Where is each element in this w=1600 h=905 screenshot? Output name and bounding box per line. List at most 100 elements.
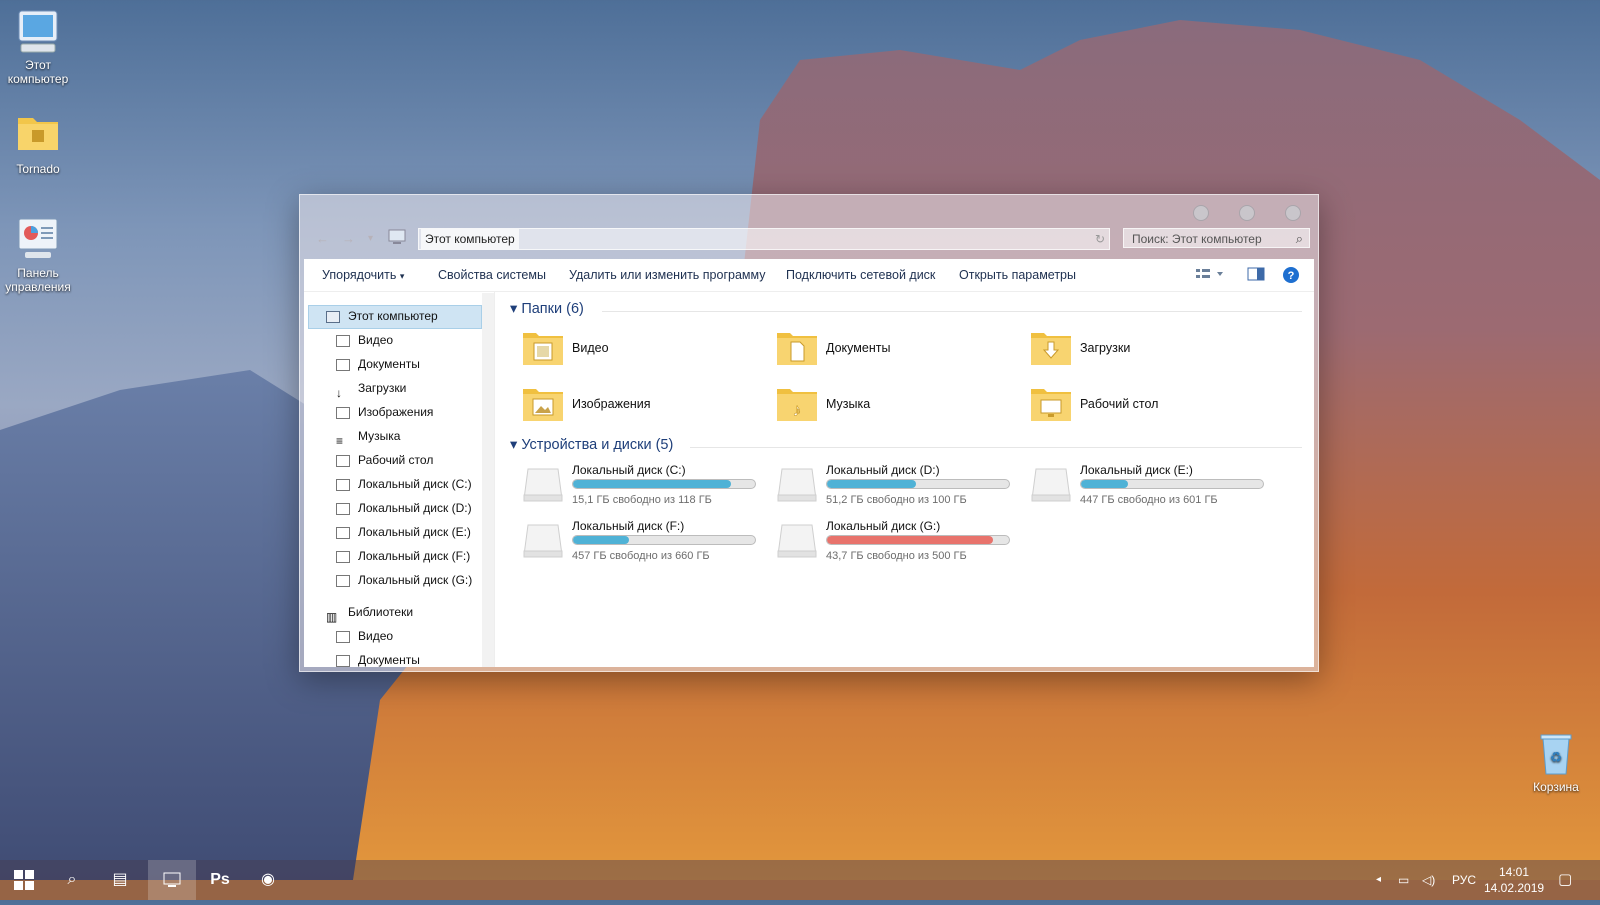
search-placeholder: Поиск: Этот компьютер [1132,232,1262,246]
folder-label: Рабочий стол [1080,397,1159,411]
nav-scrollbar[interactable] [482,293,494,667]
drive-icon [1031,468,1071,502]
recycle-bin-icon: ♻ [1533,730,1579,776]
svg-text:?: ? [1288,270,1295,282]
nav-item-disk-d[interactable]: Локальный диск (D:) [336,498,472,518]
drive-label: Локальный диск (C:) [572,463,686,477]
photoshop-taskbar-icon[interactable]: Ps [196,860,244,900]
folder-label: Изображения [572,397,651,411]
drive-label: Локальный диск (F:) [572,519,685,533]
drive-icon [523,468,563,502]
nav-item-downloads[interactable]: ↓ Загрузки [336,378,406,400]
search-icon[interactable]: ⌕ [48,860,96,900]
uninstall-program-button[interactable]: Удалить или изменить программу [569,268,766,282]
back-arrow-icon[interactable]: ← [316,231,329,246]
close-button[interactable] [1285,205,1301,221]
picture-icon [523,389,563,421]
clock[interactable]: 14:01 14.02.2019 [1484,860,1544,900]
drive-free-space: 15,1 ГБ свободно из 118 ГБ [572,494,712,506]
drive-label: Локальный диск (E:) [1080,463,1193,477]
download-icon [1031,333,1071,365]
drive-icon [336,502,350,515]
explorer-window: ← → ▾ Этот компьютер ↻ Поиск: Этот компь… [299,194,1319,672]
task-view-icon[interactable]: ▤ [96,860,144,900]
nav-item-disk-g[interactable]: Локальный диск (G:) [336,570,472,590]
preview-pane-icon[interactable] [1247,266,1265,285]
nav-item-disk-f[interactable]: Локальный диск (F:) [336,546,470,566]
network-icon[interactable]: ▭ [1398,860,1409,900]
search-icon[interactable]: ⌕ [1296,229,1303,249]
computer-icon [326,310,340,323]
folder-label: Музыка [826,397,871,411]
desktop-icon-recycle-bin[interactable]: ♻ Корзина [1520,730,1592,794]
drive-e[interactable]: Локальный диск (E:) 447 ГБ свободно из 6… [1030,463,1270,511]
system-properties-button[interactable]: Свойства системы [438,268,546,282]
windows-logo-icon [14,869,34,890]
folders-group-header[interactable]: ▾ Папки (6) [510,301,584,317]
drive-free-space: 43,7 ГБ свободно из 500 ГБ [826,550,967,562]
help-icon[interactable]: ? [1282,266,1300,287]
organize-menu[interactable]: Упорядочить ▾ [322,268,404,282]
drive-usage-fill [1081,480,1129,488]
drive-f[interactable]: Локальный диск (F:) 457 ГБ свободно из 6… [522,519,762,567]
nav-item-pictures[interactable]: Изображения [336,402,433,422]
pc-address-icon [388,229,406,248]
start-button[interactable] [0,860,48,900]
nav-item-documents[interactable]: Документы [336,354,420,374]
drive-icon [336,574,350,587]
drive-free-space: 457 ГБ свободно из 660 ГБ [572,550,710,562]
language-indicator[interactable]: РУС [1452,860,1476,900]
open-settings-button[interactable]: Открыть параметры [959,268,1076,282]
document-icon [336,358,350,371]
map-network-drive-button[interactable]: Подключить сетевой диск [786,268,935,282]
drive-d[interactable]: Локальный диск (D:) 51,2 ГБ свободно из … [776,463,1016,511]
refresh-icon[interactable]: ↻ [1095,229,1105,249]
nav-item-lib-documents[interactable]: Документы [336,650,420,667]
folder-label: Документы [826,341,891,355]
desktop-icon-label: Корзина [1533,780,1579,794]
forward-arrow-icon[interactable]: → [342,231,355,246]
document-icon [777,333,817,365]
clock-date: 14.02.2019 [1484,881,1545,895]
folder-label: Видео [572,341,609,355]
desktop-icon-tornado[interactable]: Tornado [2,112,74,176]
drive-g[interactable]: Локальный диск (G:) 43,7 ГБ свободно из … [776,519,1016,567]
nav-item-desktop[interactable]: Рабочий стол [336,450,433,470]
maximize-button[interactable] [1239,205,1255,221]
drive-c[interactable]: Локальный диск (C:) 15,1 ГБ свободно из … [522,463,762,511]
nav-item-disk-e[interactable]: Локальный диск (E:) [336,522,471,542]
nav-item-music[interactable]: ≡ Музыка [336,426,400,448]
nav-item-this-pc[interactable]: Этот компьютер [326,306,438,326]
view-options-icon[interactable] [1195,266,1225,285]
film-icon [336,630,350,643]
notifications-icon[interactable]: ▢ [1558,860,1572,900]
folder-icon [15,112,61,158]
control-panel-icon [15,216,61,262]
folder-label: Загрузки [1080,341,1131,355]
drive-usage-fill [573,480,732,488]
nav-item-libraries[interactable]: ▥ Библиотеки [326,602,413,624]
breadcrumb[interactable]: Этот компьютер [421,229,519,249]
minimize-button[interactable] [1193,205,1209,221]
address-bar[interactable]: Этот компьютер ↻ [418,228,1110,250]
volume-icon[interactable]: ◁) [1422,860,1435,900]
desktop-icon [1031,389,1071,421]
nav-item-lib-video[interactable]: Видео [336,626,393,646]
explorer-taskbar-icon[interactable] [148,860,196,900]
drive-usage-bar [572,535,756,545]
explorer-content: Упорядочить ▾ Свойства системы Удалить и… [304,259,1314,667]
recent-chevron-icon[interactable]: ▾ [368,233,373,244]
tray-expand-icon[interactable]: ◂ [1376,860,1381,900]
drive-usage-bar [826,535,1010,545]
devices-group-header[interactable]: ▾ Устройства и диски (5) [510,437,673,453]
nav-item-video[interactable]: Видео [336,330,393,350]
desktop-icon-this-pc[interactable]: Этот компьютер [2,8,74,86]
desktop-icon-label: Tornado [16,162,60,176]
desktop-icon-control-panel[interactable]: Панель управления [2,216,74,294]
command-bar: Упорядочить ▾ Свойства системы Удалить и… [304,259,1314,292]
search-input[interactable]: Поиск: Этот компьютер ⌕ [1123,228,1310,248]
nav-item-disk-c[interactable]: Локальный диск (C:) [336,474,472,494]
taskbar: ⌕ ▤ Ps ◉ ◂ ▭ ◁) РУС 14:01 14.02.2019 ▢ [0,860,1600,900]
desktop-icon-label: Этот компьютер [7,58,69,86]
chrome-taskbar-icon[interactable]: ◉ [244,860,292,900]
